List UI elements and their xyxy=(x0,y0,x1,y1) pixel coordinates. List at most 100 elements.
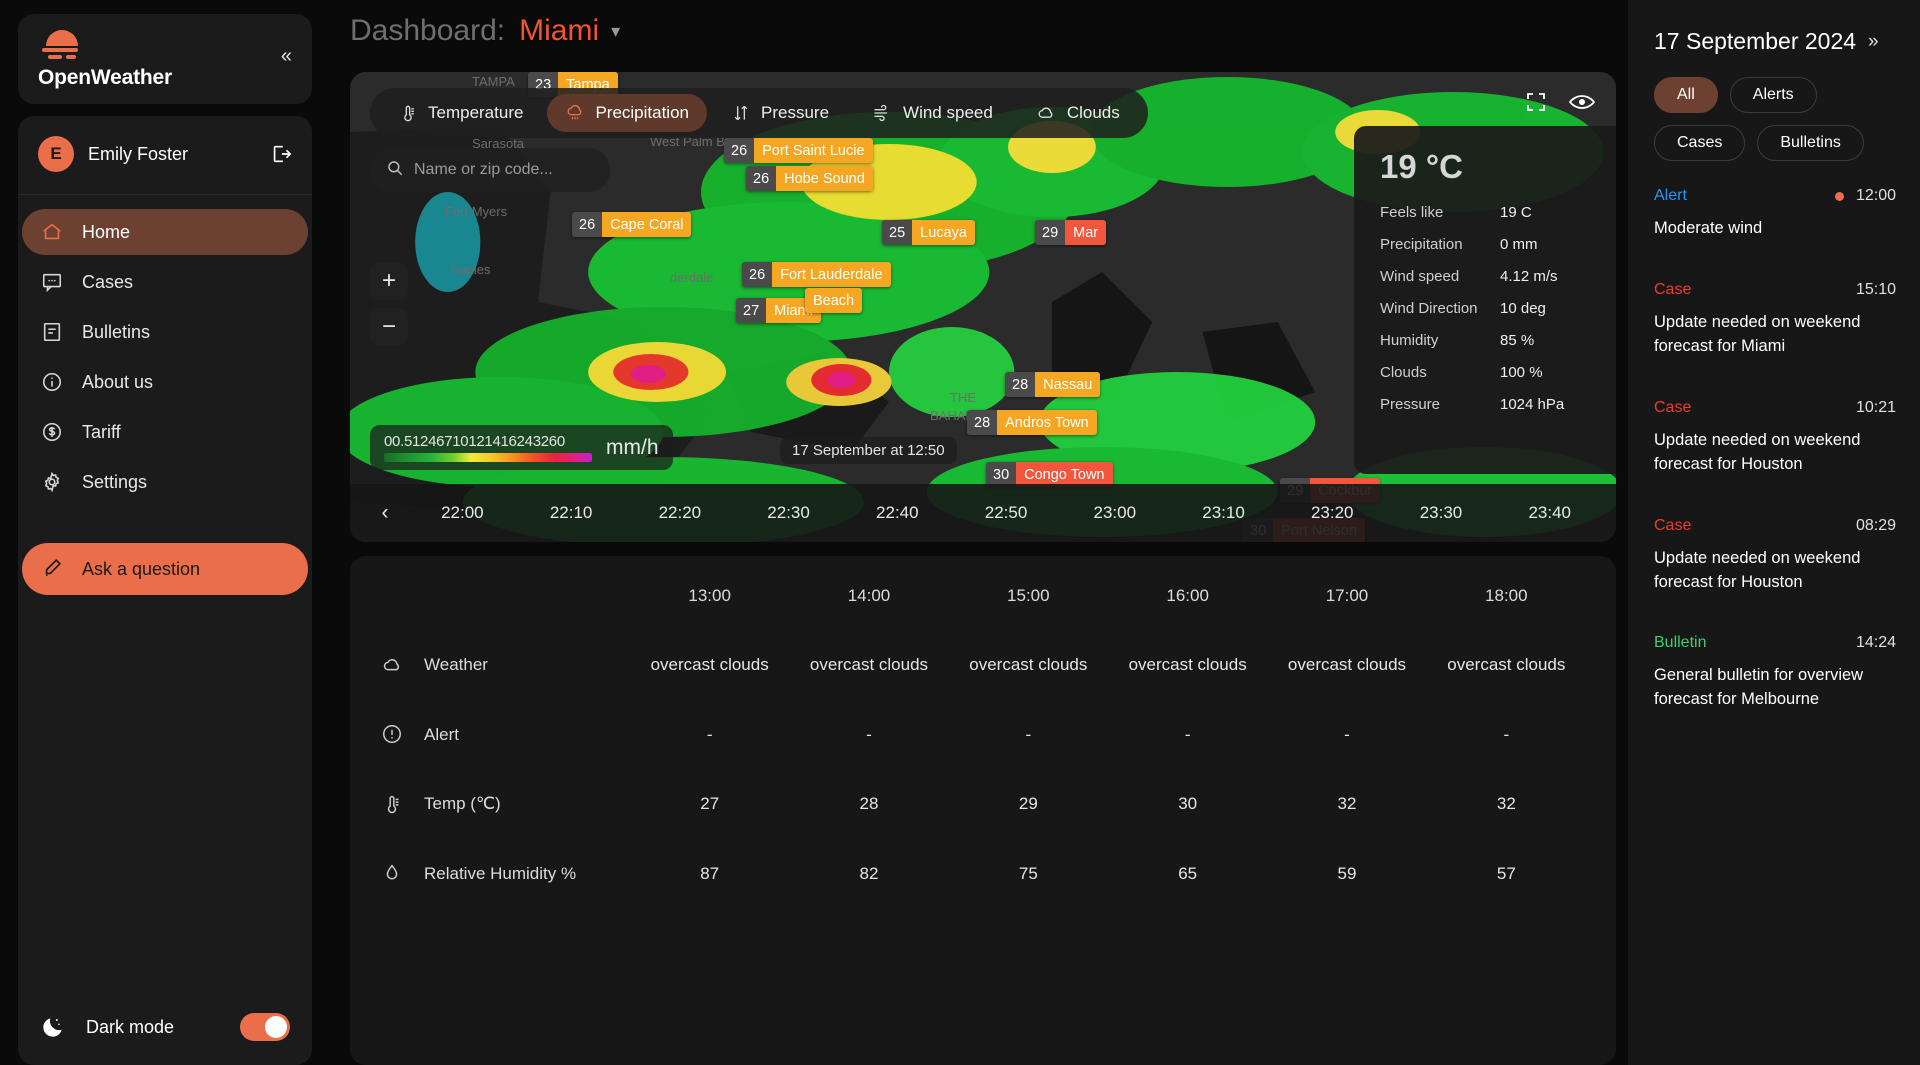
legend-unit: mm/h xyxy=(606,435,659,459)
feed-item-time: 08:29 xyxy=(1855,516,1896,534)
map-city-pill[interactable]: 26 Cape Coral xyxy=(572,212,692,237)
ask-a-question-button[interactable]: Ask a question xyxy=(22,543,308,595)
table-row: Alert - - - - - - xyxy=(380,700,1586,770)
timeline-mark[interactable]: 23:40 xyxy=(1495,503,1604,523)
sidebar-item-bulletins[interactable]: Bulletins xyxy=(22,309,308,355)
info-key: Feels like xyxy=(1380,204,1444,221)
feed-item-kind: Alert xyxy=(1654,187,1687,204)
pill-city-name: Mar xyxy=(1065,220,1107,245)
forecast-row-label: Relative Humidity % xyxy=(424,863,577,883)
map-city-pill[interactable]: 28 Nassau xyxy=(1005,372,1101,397)
sidebar-item-about-us[interactable]: About us xyxy=(22,359,308,405)
timeline-mark[interactable]: 23:00 xyxy=(1060,503,1169,523)
filter-chip-cases[interactable]: Cases xyxy=(1654,125,1746,161)
timeline-mark[interactable]: 23:30 xyxy=(1387,503,1496,523)
filter-chip-alerts[interactable]: Alerts xyxy=(1729,77,1817,113)
feed-item-header: Case 08:29 xyxy=(1654,517,1896,535)
filter-chip-all[interactable]: All xyxy=(1654,77,1718,113)
feed-item-time: 12:00 xyxy=(1855,187,1896,204)
info-value: 85 % xyxy=(1500,332,1535,349)
forecast-cell: 65 xyxy=(1178,863,1198,883)
feed-item[interactable]: Case 15:10 Update needed on weekend foreca… xyxy=(1654,281,1896,359)
feed-item[interactable]: Case 10:21 Update needed on weekend foreca… xyxy=(1654,399,1896,477)
weather-info-row: Humidity 85 % xyxy=(1380,332,1592,349)
timeline-prev-button[interactable]: ‹ xyxy=(362,501,408,525)
tab-clouds[interactable]: Clouds xyxy=(1017,94,1138,132)
forecast-cell: 29 xyxy=(1018,794,1038,813)
forecast-cell: overcast clouds xyxy=(809,655,929,674)
map-search[interactable] xyxy=(370,148,610,192)
forecast-cell: overcast clouds xyxy=(1447,655,1566,674)
map-city-pill[interactable]: 28 Andros Town xyxy=(967,410,1097,435)
tab-temperature[interactable]: Temperature xyxy=(380,94,541,132)
sidebar: OpenWeather « E Emily Foster Home Cases … xyxy=(0,0,330,1065)
feed-item[interactable]: Case 08:29 Update needed on weekend foreca… xyxy=(1654,517,1896,595)
sidebar-item-home[interactable]: Home xyxy=(22,209,308,255)
info-value: 1024 hPa xyxy=(1500,396,1565,413)
map-place-label: THE xyxy=(950,390,976,405)
pill-city-name: Andros Town xyxy=(997,410,1097,435)
feed-item-header: Bulletin 14:24 xyxy=(1654,634,1896,652)
feed-item[interactable]: Bulletin 14:24 General bulletin for overvi… xyxy=(1654,634,1896,712)
pill-temperature: 25 xyxy=(882,220,913,245)
timeline-mark[interactable]: 23:20 xyxy=(1278,503,1387,523)
tab-wind-speed[interactable]: Wind speed xyxy=(853,94,1011,132)
forecast-time-header: 14:00 xyxy=(847,586,891,605)
dark-mode-toggle[interactable] xyxy=(240,1013,290,1041)
map-place-label: Fort Myers xyxy=(445,204,508,219)
timeline-mark[interactable]: 22:20 xyxy=(625,503,734,523)
info-value: 4.12 m/s xyxy=(1500,268,1558,285)
map-city-pill[interactable]: 26 Fort Lauderdale xyxy=(742,262,891,287)
zoom-in-button[interactable]: + xyxy=(370,262,408,300)
pill-city-name: Lucaya xyxy=(912,220,975,245)
page-title-city[interactable]: Miami xyxy=(519,14,599,48)
filter-chip-bulletins[interactable]: Bulletins xyxy=(1757,125,1864,161)
tab-precipitation[interactable]: Precipitation xyxy=(547,94,707,132)
forecast-cell: - xyxy=(1025,724,1032,744)
table-row: Weather overcast clouds overcast clouds … xyxy=(380,630,1586,700)
info-key: Wind Direction xyxy=(1380,300,1478,317)
timeline-mark[interactable]: 22:30 xyxy=(734,503,843,523)
timeline-mark[interactable]: 22:40 xyxy=(843,503,952,523)
timeline-mark[interactable]: 22:10 xyxy=(517,503,626,523)
eye-icon[interactable] xyxy=(1568,90,1596,114)
timeline-mark[interactable]: 22:00 xyxy=(408,503,517,523)
chevron-down-icon[interactable]: ▾ xyxy=(611,21,620,42)
sidebar-item-tariff[interactable]: Tariff xyxy=(22,409,308,455)
dark-mode-row: Dark mode xyxy=(18,995,312,1055)
map-place-label: TAMPA xyxy=(472,74,515,89)
tab-pressure[interactable]: Pressure xyxy=(713,94,847,132)
timeline-mark[interactable]: 23:10 xyxy=(1169,503,1278,523)
forecast-row-label-cell: Weather xyxy=(380,630,630,700)
info-key: Precipitation xyxy=(1380,236,1463,253)
map-city-pill[interactable]: 25 Lucaya xyxy=(882,220,975,245)
zoom-out-button[interactable]: − xyxy=(370,308,408,346)
info-key: Humidity xyxy=(1380,332,1439,349)
chevrons-right-icon[interactable]: » xyxy=(1868,31,1879,53)
weather-map[interactable]: Temperature Precipitation Pressure Wind … xyxy=(350,72,1616,542)
map-city-pill[interactable]: 29 Mar xyxy=(1035,220,1107,245)
sidebar-item-label: Settings xyxy=(82,471,148,492)
pill-city-name: Fort Lauderdale xyxy=(772,262,891,287)
fullscreen-icon[interactable] xyxy=(1524,90,1548,114)
map-city-pill[interactable]: 26 Hobe Sound xyxy=(746,166,873,191)
search-input[interactable] xyxy=(414,161,594,179)
sidebar-item-settings[interactable]: Settings xyxy=(22,459,308,505)
weather-info-row: Feels like 19 C xyxy=(1380,204,1592,221)
cloud-icon xyxy=(1038,107,1053,118)
timeline-mark[interactable]: 22:50 xyxy=(952,503,1061,523)
panel-date: 17 September 2024 xyxy=(1654,28,1857,54)
app-root: OpenWeather « E Emily Foster Home Cases … xyxy=(0,0,1920,1065)
feed-item[interactable]: Alert 12:00 Moderate wind xyxy=(1654,187,1896,241)
activity-feed: Alert 12:00 Moderate wind Case 15:10 Update n… xyxy=(1654,187,1896,712)
logout-icon[interactable] xyxy=(270,143,292,165)
sidebar-item-cases[interactable]: Cases xyxy=(22,259,308,305)
map-city-pill[interactable]: 26 Port Saint Lucie xyxy=(724,138,873,163)
weather-info-row: Wind Direction 10 deg xyxy=(1380,300,1592,317)
map-city-pill[interactable]: Beach xyxy=(805,288,863,313)
tab-label: Precipitation xyxy=(595,103,689,122)
timeline-marks: 22:00 22:10 22:20 22:30 22:40 22:50 23:00 23:10… xyxy=(408,503,1604,523)
info-key: Pressure xyxy=(1380,396,1441,413)
collapse-sidebar-icon[interactable]: « xyxy=(281,46,292,66)
map-actions xyxy=(1524,90,1596,114)
